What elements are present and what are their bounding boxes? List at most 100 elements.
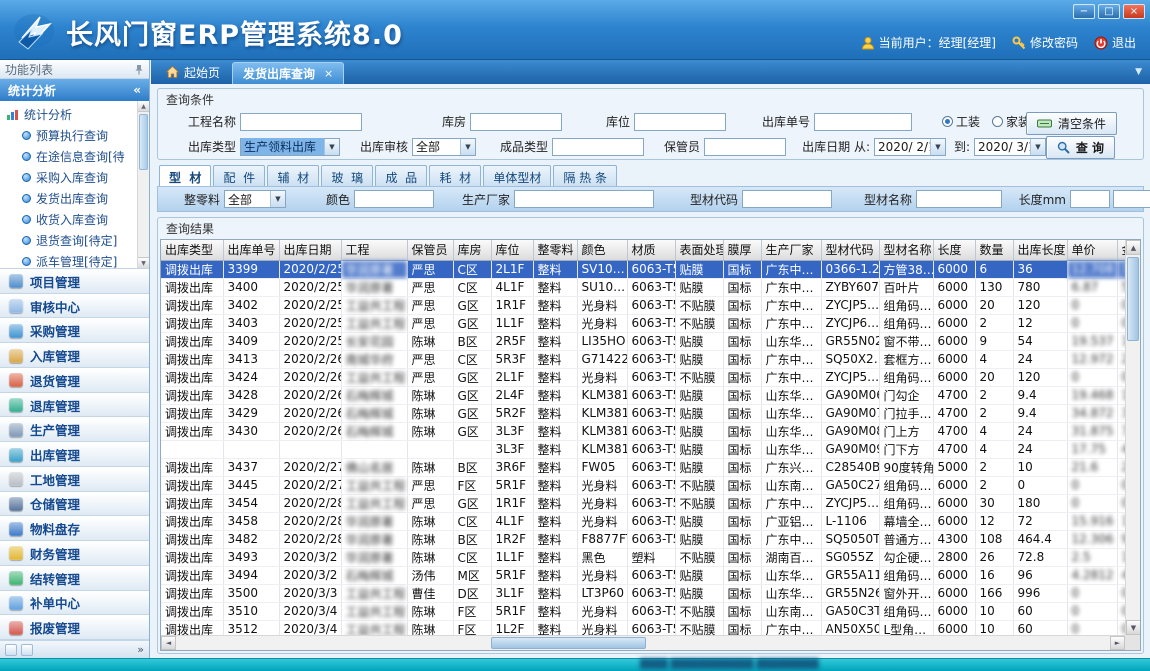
maximize-button[interactable]: □ (1098, 4, 1120, 19)
tree-scrollbar[interactable]: ▲ ▼ (137, 101, 149, 268)
table-row[interactable]: 调拨出库34582020/2/28华润原著陈琳C区4L1F整料光身料6063-T… (161, 512, 1125, 530)
column-header[interactable]: 出库单号 (223, 240, 279, 260)
sidebar-item[interactable]: 退货管理 (0, 368, 149, 393)
color-input[interactable] (354, 190, 434, 208)
sidebar-item[interactable]: 采购管理 (0, 318, 149, 343)
table-row[interactable]: 调拨出库34942020/3/2石梅辉城汤伟M区5R1F整料光身料6063-T5… (161, 566, 1125, 584)
sidebar-item[interactable]: 仓储管理 (0, 492, 149, 517)
vertical-scroll-thumb[interactable] (1127, 257, 1139, 341)
table-row[interactable]: 调拨出库34292020/2/26石梅辉城陈琳G区5R2F整料KLM381760… (161, 404, 1125, 422)
column-header[interactable]: 长度 (933, 240, 975, 260)
profile-code-input[interactable] (742, 190, 832, 208)
panel-button-2[interactable] (21, 644, 33, 656)
length-min-input[interactable] (1070, 190, 1110, 208)
material-tab[interactable]: 单体型材 (483, 165, 551, 186)
combo-arrow-icon[interactable]: ▼ (1030, 139, 1045, 155)
table-row[interactable]: 调拨出库35002020/3/3工益共工程曹佳D区3L1F整料LT3P60606… (161, 584, 1125, 602)
close-button[interactable]: × (1123, 4, 1145, 19)
column-header[interactable]: 库位 (491, 240, 533, 260)
combo-arrow-icon[interactable]: ▼ (270, 191, 285, 207)
length-max-input[interactable] (1113, 190, 1150, 208)
scroll-left-icon[interactable]: ◄ (161, 636, 176, 650)
sidebar-item[interactable]: 报废管理 (0, 615, 149, 640)
warehouse-input[interactable] (470, 113, 562, 131)
clear-conditions-button[interactable]: 清空条件 (1026, 112, 1117, 135)
material-tab[interactable]: 耗 材 (429, 165, 481, 186)
sidebar-item[interactable]: 退库管理 (0, 393, 149, 418)
tree-item[interactable]: 退货查询[待定] (6, 230, 135, 251)
scroll-up-icon[interactable]: ▲ (1126, 240, 1141, 255)
column-header[interactable]: 金额 (1117, 240, 1125, 260)
whole-part-combo[interactable]: 全部 ▼ (224, 190, 286, 208)
sidebar-item[interactable]: 出库管理 (0, 442, 149, 467)
sidebar-item[interactable]: 结转管理 (0, 566, 149, 591)
logout-button[interactable]: 退出 (1094, 34, 1136, 51)
column-header[interactable]: 型材名称 (879, 240, 933, 260)
table-row[interactable]: 调拨出库35122020/3/4工益共工程陈琳F区1L2F整料光身料6063-T… (161, 620, 1125, 635)
table-row[interactable]: 调拨出库34282020/2/26石梅辉城陈琳G区2L4F整料KLM381760… (161, 386, 1125, 404)
search-button[interactable]: 查 询 (1046, 136, 1115, 159)
sidebar-item[interactable]: 物料盘存 (0, 516, 149, 541)
column-header[interactable]: 工程 (341, 240, 407, 260)
column-header[interactable]: 生产厂家 (761, 240, 821, 260)
table-row[interactable]: 调拨出库34932020/3/2华润原著陈琳C区1L1F整料黑色塑料不贴膜国标湖… (161, 548, 1125, 566)
sidebar-item[interactable]: 项目管理 (0, 269, 149, 294)
material-tab[interactable]: 配 件 (213, 165, 265, 186)
combo-arrow-icon[interactable]: ▼ (460, 139, 475, 155)
material-tab[interactable]: 隔 热 条 (553, 165, 617, 186)
out-type-combo[interactable]: 生产领料出库 ▼ (240, 138, 340, 156)
radio-gongzhuang[interactable] (942, 116, 953, 127)
audit-combo[interactable]: 全部 ▼ (412, 138, 476, 156)
tab-dropdown-icon[interactable]: ▼ (1135, 67, 1142, 77)
column-header[interactable]: 保管员 (407, 240, 453, 260)
column-header[interactable]: 出库类型 (161, 240, 223, 260)
scroll-up-icon[interactable]: ▲ (138, 101, 149, 112)
column-header[interactable]: 单价 (1067, 240, 1117, 260)
date-from-picker[interactable]: 2020/ 2/16 ▼ (874, 138, 946, 156)
column-header[interactable]: 出库长度 (1013, 240, 1067, 260)
column-header[interactable]: 型材代码 (821, 240, 879, 260)
table-row[interactable]: 调拨出库34302020/2/26石梅辉城陈琳G区3L3F整料KLM381760… (161, 422, 1125, 440)
column-header[interactable]: 整零料 (533, 240, 577, 260)
column-header[interactable]: 颜色 (577, 240, 627, 260)
scroll-right-icon[interactable]: ► (1110, 636, 1125, 650)
close-tab-icon[interactable]: × (324, 67, 333, 80)
date-to-picker[interactable]: 2020/ 3/16 ▼ (974, 138, 1046, 156)
location-input[interactable] (634, 113, 726, 131)
change-password-link[interactable]: 修改密码 (1012, 34, 1078, 51)
profile-name-input[interactable] (916, 190, 1002, 208)
table-row[interactable]: 调拨出库34092020/2/25长安花园陈琳B区2R5F整料LI35HO606… (161, 332, 1125, 350)
table-row[interactable]: 调拨出库33992020/2/25华润原著严思C区2L1F整料SV10…6063… (161, 260, 1125, 278)
horizontal-scroll-thumb[interactable] (491, 637, 646, 649)
scroll-down-icon[interactable]: ▼ (138, 257, 149, 268)
vertical-scrollbar[interactable]: ▲ ▼ (1125, 240, 1140, 635)
more-panels-button[interactable]: » (137, 643, 144, 656)
minimize-button[interactable]: − (1073, 4, 1095, 19)
tree-root-statistics[interactable]: 统计分析 (6, 104, 135, 125)
column-header[interactable]: 表面处理 (675, 240, 723, 260)
column-header[interactable]: 库房 (453, 240, 491, 260)
tree-item[interactable]: 收货入库查询 (6, 209, 135, 230)
combo-arrow-icon[interactable]: ▼ (324, 139, 339, 155)
tree-item[interactable]: 采购入库查询 (6, 167, 135, 188)
material-tab[interactable]: 玻 璃 (321, 165, 373, 186)
table-row[interactable]: 调拨出库34132020/2/26南城华府严思C区5R3F整料G71422606… (161, 350, 1125, 368)
table-row[interactable]: 3L3F整料KLM38176063-T5贴膜国标山东华…GA90M09.门下方4… (161, 440, 1125, 458)
table-row[interactable]: 调拨出库34372020/2/27佛山名居陈琳B区3R6F整料FW056063-… (161, 458, 1125, 476)
radio-jiazhuang[interactable] (992, 116, 1003, 127)
sidebar-item[interactable]: 补单中心 (0, 591, 149, 616)
table-row[interactable]: 调拨出库34032020/2/25工益共工程严思G区1L1F整料光身料6063-… (161, 314, 1125, 332)
tab-shipping-query[interactable]: 发货出库查询 × (232, 62, 344, 84)
panel-button-1[interactable] (5, 644, 17, 656)
column-header[interactable]: 膜厚 (723, 240, 761, 260)
sidebar-item[interactable]: 入库管理 (0, 343, 149, 368)
tree-item[interactable]: 派车管理[待定] (6, 251, 135, 269)
pin-icon[interactable] (134, 64, 144, 75)
table-row[interactable]: 调拨出库34242020/2/26工益共工程严思G区2L1F整料光身料6063-… (161, 368, 1125, 386)
tree-scroll-thumb[interactable] (139, 114, 148, 170)
sidebar-item[interactable]: 工地管理 (0, 467, 149, 492)
maker-input[interactable] (514, 190, 654, 208)
order-no-input[interactable] (814, 113, 912, 131)
combo-arrow-icon[interactable]: ▼ (930, 139, 945, 155)
horizontal-scrollbar[interactable]: ◄ ► (161, 635, 1125, 650)
